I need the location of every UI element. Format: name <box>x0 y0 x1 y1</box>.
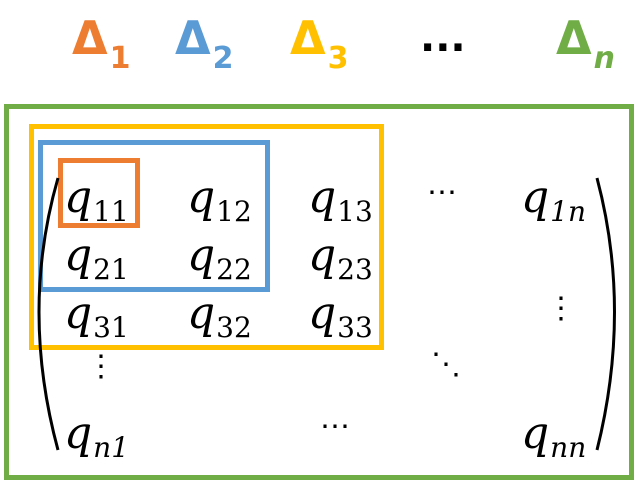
diagonal-ddots: ⋱ <box>431 347 461 382</box>
row1-hdots: ⋯ <box>427 175 457 210</box>
cell-qnn: qnn <box>521 408 587 465</box>
cell-q23: q23 <box>308 230 373 287</box>
cell-qn1: qn1 <box>64 408 130 465</box>
cell-q1n: q1n <box>521 172 587 229</box>
cell-q13: q13 <box>308 172 373 229</box>
cell-q32: q32 <box>187 288 252 345</box>
cell-q33: q33 <box>308 288 373 345</box>
right-parenthesis <box>595 177 616 451</box>
leading-principal-minors-diagram: Δ1 Δ2 Δ3 ... Δn q11 q12 q13 ⋯ q1n q21 q2… <box>0 0 639 486</box>
cell-q31: q31 <box>64 288 129 345</box>
cell-q21: q21 <box>64 230 129 287</box>
cell-q11: q11 <box>64 172 129 229</box>
row-n-hdots: ⋯ <box>320 409 350 444</box>
cell-q22: q22 <box>187 230 252 287</box>
col-1-vdots: ⋮ <box>86 349 116 384</box>
left-parenthesis <box>37 177 60 451</box>
col-n-vdots: ⋮ <box>546 291 576 326</box>
cell-q12: q12 <box>187 172 252 229</box>
